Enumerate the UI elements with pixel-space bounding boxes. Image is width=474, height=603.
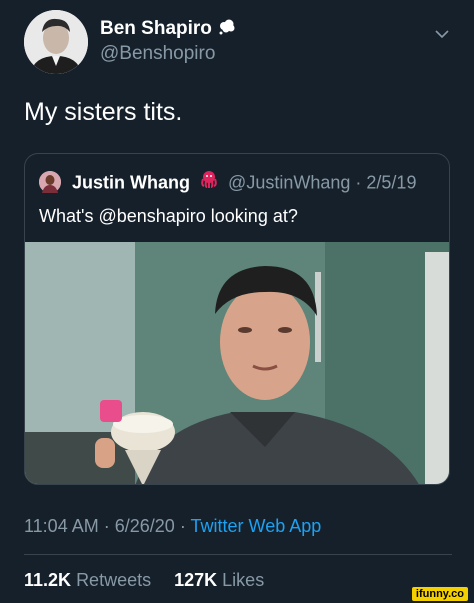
octopus-icon bbox=[199, 169, 219, 194]
tweet-header: Ben Shapiro @Benshopiro bbox=[24, 10, 454, 74]
likes-label[interactable]: Likes bbox=[222, 570, 264, 590]
author-name-row: Ben Shapiro bbox=[100, 18, 236, 40]
retweets-count[interactable]: 11.2K bbox=[24, 570, 71, 590]
watermark: ifunny.co bbox=[411, 587, 468, 601]
quoted-handle: @JustinWhang bbox=[228, 172, 351, 193]
quoted-display-name: Justin Whang bbox=[72, 172, 191, 193]
tweet-timestamp: 11:04 AM · 6/26/20 · Twitter Web App bbox=[24, 516, 321, 537]
tweet-date[interactable]: 6/26/20 bbox=[115, 516, 175, 536]
tweet-text: My sisters tits. bbox=[24, 98, 183, 126]
retweets-label[interactable]: Retweets bbox=[76, 570, 151, 590]
quoted-author-avatar bbox=[39, 170, 61, 193]
quoted-separator: · bbox=[355, 172, 362, 193]
quoted-tweet-image[interactable] bbox=[25, 242, 449, 484]
tweet-stats: 11.2K Retweets 127K Likes bbox=[24, 570, 282, 591]
tweet-time[interactable]: 11:04 AM bbox=[24, 516, 99, 536]
author-display-name[interactable]: Ben Shapiro bbox=[100, 18, 212, 39]
divider bbox=[24, 554, 452, 555]
thought-balloon-icon bbox=[218, 19, 236, 40]
author-avatar[interactable] bbox=[24, 10, 88, 74]
quoted-tweet-text: What's @benshapiro looking at? bbox=[39, 206, 298, 226]
quoted-date: 2/5/19 bbox=[366, 172, 417, 193]
likes-count[interactable]: 127K bbox=[174, 570, 217, 590]
timestamp-separator-2: · bbox=[179, 516, 186, 536]
timestamp-separator: · bbox=[103, 516, 110, 536]
chevron-down-icon[interactable] bbox=[432, 24, 452, 44]
author-handle[interactable]: @Benshopiro bbox=[100, 42, 236, 66]
tweet-source-app[interactable]: Twitter Web App bbox=[191, 516, 322, 536]
quoted-tweet[interactable]: Justin Whang @JustinWhang · 2/5/19 What'… bbox=[24, 153, 450, 485]
quoted-tweet-header: Justin Whang @JustinWhang · 2/5/19 bbox=[39, 169, 417, 196]
